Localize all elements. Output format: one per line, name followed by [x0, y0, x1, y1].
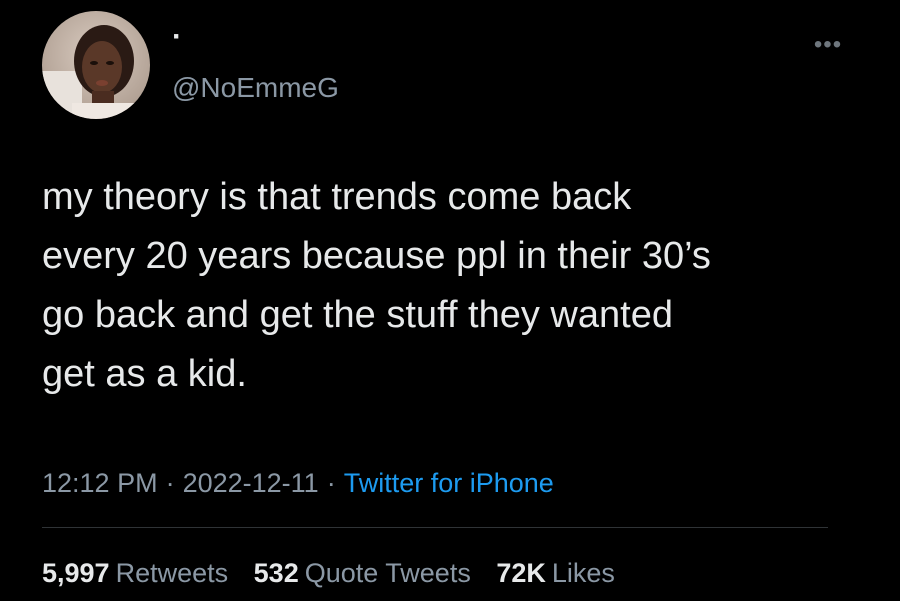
meta-separator: · — [326, 468, 336, 498]
quote-tweets-count: 532 — [253, 558, 299, 588]
tweet-metadata: 12:12 PM · 2022-12-11 · Twitter for iPhone — [42, 466, 554, 500]
display-name: · — [172, 20, 182, 53]
meta-separator: · — [165, 468, 175, 498]
tweet-card: · @NoEmmeG ••• my theory is that trends … — [0, 0, 900, 601]
user-handle[interactable]: @NoEmmeG — [172, 71, 339, 105]
more-options-icon: ••• — [813, 31, 843, 58]
tweet-stats: 5,997 Retweets 532 Quote Tweets 72K Likes — [42, 556, 633, 590]
divider — [42, 527, 828, 528]
retweets-stat[interactable]: 5,997 Retweets — [42, 558, 228, 588]
retweets-label: Retweets — [115, 558, 229, 588]
more-options-button[interactable]: ••• — [800, 30, 856, 60]
quote-tweets-label: Quote Tweets — [304, 558, 471, 588]
tweet-time: 12:12 PM — [42, 468, 158, 498]
retweets-count: 5,997 — [42, 558, 110, 588]
avatar[interactable] — [42, 11, 150, 119]
likes-label: Likes — [551, 558, 615, 588]
likes-count: 72K — [496, 558, 546, 588]
likes-stat[interactable]: 72K Likes — [496, 558, 615, 588]
quote-tweets-stat[interactable]: 532 Quote Tweets — [254, 558, 471, 588]
tweet-text: my theory is that trends come back every… — [42, 176, 711, 395]
tweet-source-link[interactable]: Twitter for iPhone — [344, 468, 554, 498]
avatar-photo-icon — [42, 11, 150, 119]
tweet-date: 2022-12-11 — [182, 468, 319, 498]
